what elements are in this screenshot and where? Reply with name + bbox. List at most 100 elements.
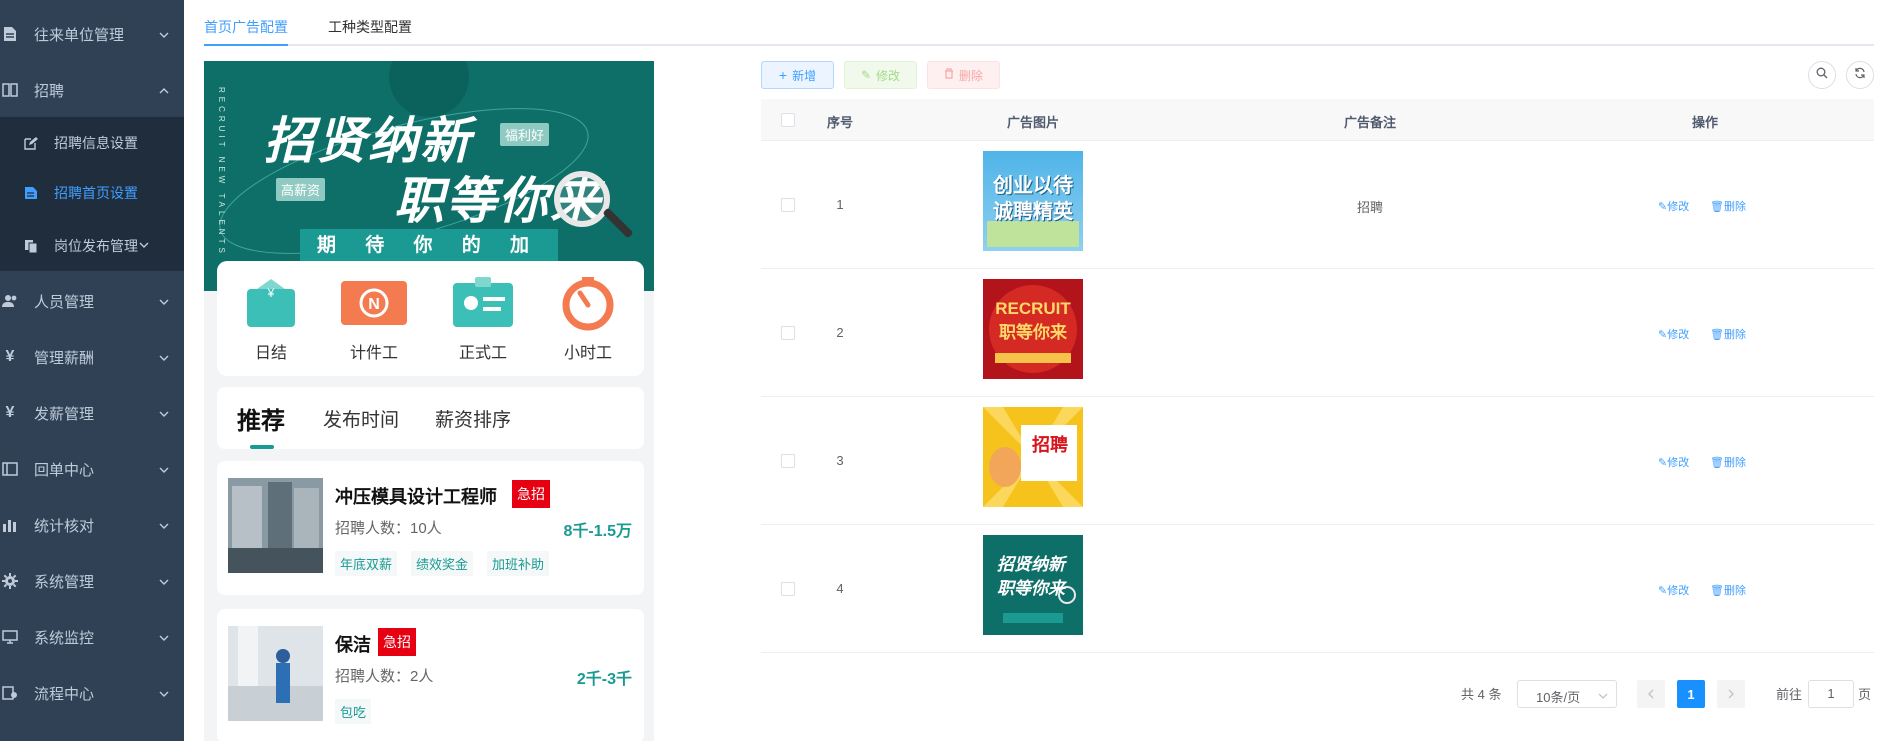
row-checkbox[interactable] <box>781 454 795 468</box>
row-edit-link[interactable]: ✎修改 <box>1658 326 1689 342</box>
mobile-preview: RECRUIT NEW TALENTS 招贤纳新 职等你来 福利好 高薪资 期 … <box>204 61 654 741</box>
ad-thumbnail[interactable]: 创业以待 诚聘精英 <box>983 151 1083 251</box>
menu-personnel[interactable]: 人员管理 <box>0 273 184 329</box>
submenu-recruit-info[interactable]: 招聘信息设置 <box>0 118 184 168</box>
row-edit-link[interactable]: ✎修改 <box>1658 454 1689 470</box>
refresh-button[interactable] <box>1846 61 1874 89</box>
menu-workflow[interactable]: 流程中心 <box>0 665 184 721</box>
column-header: 广告图片 <box>1006 115 1060 130</box>
workflow-icon <box>2 685 18 701</box>
add-button[interactable]: + 新增 <box>761 61 834 89</box>
add-button-label: 新增 <box>792 68 817 83</box>
row-delete-link[interactable]: 🗑删除 <box>1710 198 1746 214</box>
refresh-icon <box>1854 66 1866 84</box>
search-icon <box>1816 66 1828 84</box>
sort-publish-time[interactable]: 发布时间 <box>323 405 399 432</box>
thumbnail-text: 招贤纳新 职等你来 <box>997 555 1065 598</box>
copy-icon <box>24 239 38 253</box>
menu-label: 发薪管理 <box>34 405 95 423</box>
delete-link-label: 删除 <box>1723 201 1746 213</box>
menu-salary-management[interactable]: ¥ 管理薪酬 <box>0 329 184 385</box>
category-fulltime[interactable]: 正式工 <box>443 275 523 363</box>
chevron-right-icon <box>1726 687 1736 702</box>
yen-icon: ¥ <box>5 348 15 365</box>
chevron-down-icon <box>1598 689 1608 704</box>
row-index: 3 <box>836 453 844 468</box>
job-card[interactable]: 冲压模具设计工程师 急招 招聘人数：10人 8千-1.5万 年底双薪 绩效奖金 … <box>217 461 644 595</box>
category-piecework[interactable]: N 计件工 <box>334 275 414 363</box>
row-edit-link[interactable]: ✎修改 <box>1658 582 1689 598</box>
chevron-left-icon <box>1646 687 1656 702</box>
svg-text:N: N <box>368 296 380 313</box>
ad-thumbnail[interactable]: 招聘 <box>983 407 1083 507</box>
urgent-badge: 急招 <box>512 480 550 508</box>
category-hourly[interactable]: 小时工 <box>548 275 628 363</box>
menu-label: 统计核对 <box>34 517 95 535</box>
row-delete-link[interactable]: 🗑删除 <box>1710 326 1746 342</box>
select-all-checkbox[interactable] <box>781 113 795 127</box>
edit-button[interactable]: ✎ 修改 <box>844 61 917 89</box>
edit-link-label: 修改 <box>1667 457 1690 469</box>
menu-system[interactable]: 系统管理 <box>0 553 184 609</box>
table-row: 2 RECRUIT 职等你来 ✎修改 🗑删除 <box>761 269 1874 397</box>
bar-chart-icon <box>2 517 18 533</box>
tab-active-indicator <box>204 44 288 46</box>
job-tag: 加班补助 <box>487 551 550 576</box>
chevron-down-icon <box>158 687 170 699</box>
row-edit-link[interactable]: ✎修改 <box>1658 198 1689 214</box>
category-daily[interactable]: ¥ 日结 <box>231 275 311 363</box>
submenu-label: 招聘首页设置 <box>54 185 138 201</box>
page-suffix: 页 <box>1858 687 1872 702</box>
menu-statistics[interactable]: 统计核对 <box>0 497 184 553</box>
menu-partners[interactable]: 往来单位管理 <box>0 6 184 62</box>
edit-link-label: 修改 <box>1667 329 1690 341</box>
tab-job-types[interactable]: 工种类型配置 <box>328 17 412 37</box>
row-delete-link[interactable]: 🗑删除 <box>1710 454 1746 470</box>
pagination-total: 共 4 条 <box>1461 687 1502 702</box>
row-checkbox[interactable] <box>781 198 795 212</box>
sort-active-indicator <box>250 445 274 449</box>
sort-recommend[interactable]: 推荐 <box>237 401 285 436</box>
menu-label: 系统监控 <box>34 629 95 647</box>
page-size-select[interactable]: 10条/页 <box>1517 680 1617 708</box>
job-image <box>228 478 323 573</box>
ad-thumbnail[interactable]: 招贤纳新 职等你来 <box>983 535 1083 635</box>
delete-button-label: 删除 <box>958 68 983 83</box>
menu-payroll[interactable]: ¥ 发薪管理 <box>0 385 184 441</box>
ad-thumbnail[interactable]: RECRUIT 职等你来 <box>983 279 1083 379</box>
next-page-button[interactable] <box>1717 680 1745 708</box>
banner-side-text: RECRUIT NEW TALENTS <box>217 87 226 257</box>
menu-receipts[interactable]: 回单中心 <box>0 441 184 497</box>
receipt-icon <box>2 461 18 477</box>
row-delete-link[interactable]: 🗑删除 <box>1710 582 1746 598</box>
row-index: 4 <box>836 581 844 596</box>
sidebar: 往来单位管理 招聘 招聘信息设置 招聘首页设置 岗位发布管理 人员管理 ¥ 管理… <box>0 0 184 741</box>
search-toggle-button[interactable] <box>1808 61 1836 89</box>
job-headcount: 招聘人数：10人 <box>335 520 442 537</box>
delete-button[interactable]: 删除 <box>927 61 1000 89</box>
thumbnail-text: 创业以待 诚聘精英 <box>993 175 1073 223</box>
submenu-recruit-home[interactable]: 招聘首页设置 <box>0 168 184 218</box>
page-number-button[interactable]: 1 <box>1677 680 1705 708</box>
menu-label: 往来单位管理 <box>34 26 125 44</box>
job-salary: 8千-1.5万 <box>563 523 632 540</box>
menu-label: 招聘 <box>34 82 65 100</box>
sort-salary[interactable]: 薪资排序 <box>435 405 511 432</box>
row-checkbox[interactable] <box>781 582 795 596</box>
column-header: 序号 <box>826 115 854 130</box>
menu-monitor[interactable]: 系统监控 <box>0 609 184 665</box>
banner-image: RECRUIT NEW TALENTS 招贤纳新 职等你来 福利好 高薪资 期 … <box>204 61 654 291</box>
edit-link-label: 修改 <box>1667 585 1690 597</box>
goto-page-input[interactable]: 1 <box>1808 680 1854 708</box>
submenu-label: 岗位发布管理 <box>54 238 138 254</box>
job-card[interactable]: 保洁 急招 招聘人数：2人 2千-3千 包吃 <box>217 609 644 741</box>
edit-link-label: 修改 <box>1667 201 1690 213</box>
piece-icon: N <box>339 275 409 331</box>
chevron-down-icon <box>158 351 170 363</box>
row-checkbox[interactable] <box>781 326 795 340</box>
prev-page-button[interactable] <box>1637 680 1665 708</box>
submenu-job-post[interactable]: 岗位发布管理 <box>0 221 184 271</box>
tab-home-ads[interactable]: 首页广告配置 <box>204 17 288 37</box>
menu-recruit[interactable]: 招聘 <box>0 62 184 118</box>
chevron-down-icon <box>158 631 170 643</box>
